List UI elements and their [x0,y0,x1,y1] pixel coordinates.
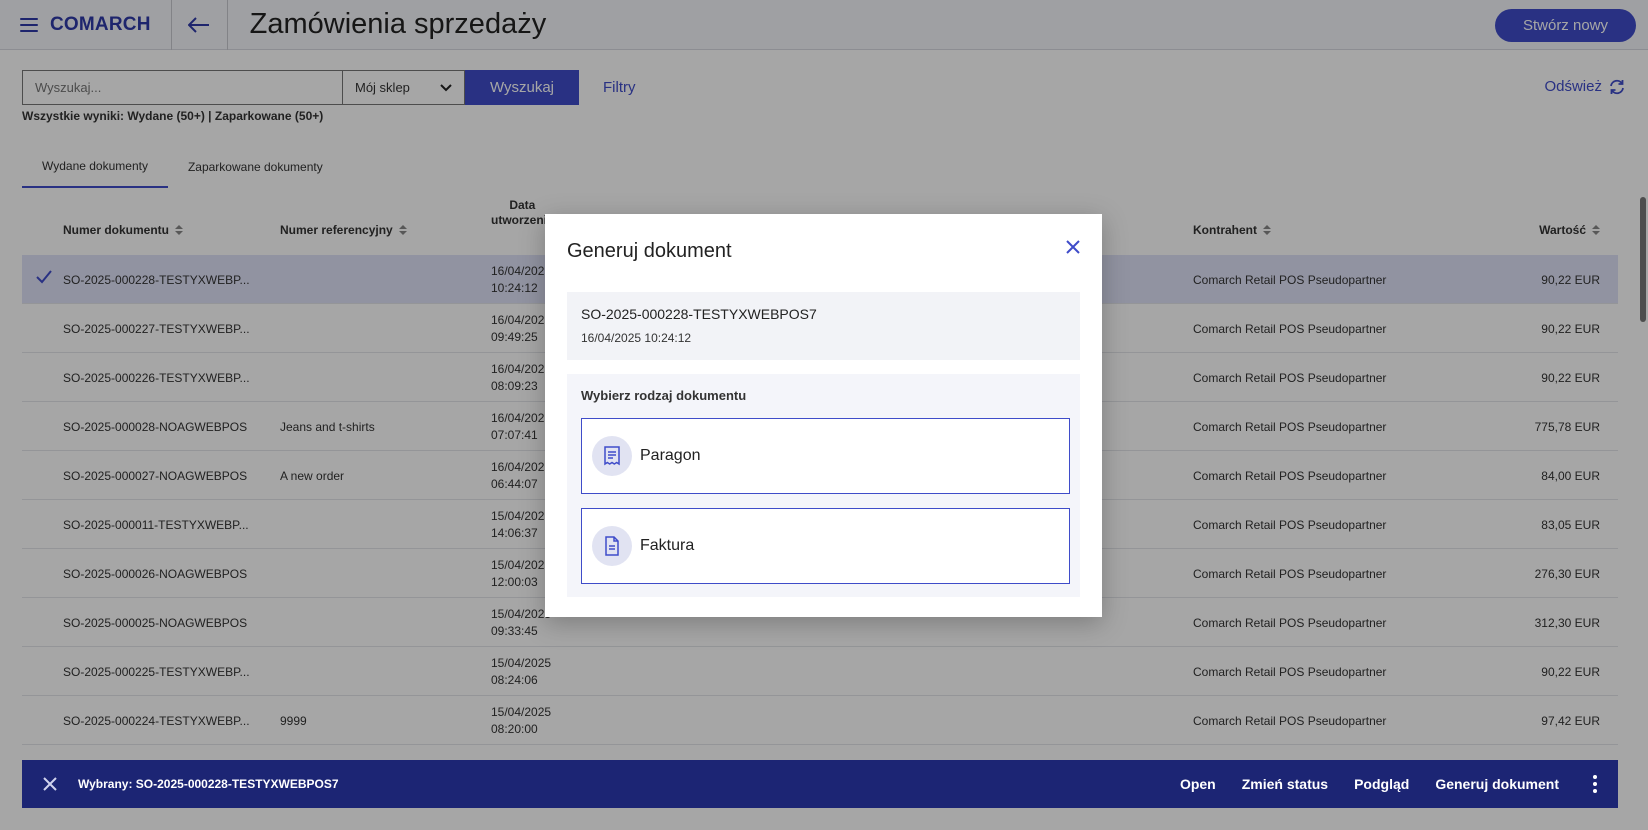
more-options-icon[interactable] [1572,775,1618,793]
selection-action-bar: Wybrany: SO-2025-000228-TESTYXWEBPOS7 Op… [22,760,1618,808]
preview-button[interactable]: Podgląd [1341,776,1422,792]
receipt-icon [592,436,632,476]
clear-selection-button[interactable] [22,777,78,791]
close-icon [43,777,57,791]
change-status-button[interactable]: Zmień status [1229,776,1341,792]
document-type-section: Wybierz rodzaj dokumentu Paragon Faktura [567,374,1080,597]
close-icon [1066,240,1080,254]
document-info: SO-2025-000228-TESTYXWEBPOS7 16/04/2025 … [567,292,1080,360]
selected-document-label: Wybrany: SO-2025-000228-TESTYXWEBPOS7 [78,777,339,791]
open-button[interactable]: Open [1167,776,1229,792]
dialog-title: Generuj dokument [567,240,732,262]
option-receipt[interactable]: Paragon [581,418,1070,494]
action-list: Open Zmień status Podgląd Generuj dokume… [1167,760,1618,808]
option-invoice-label: Faktura [640,537,695,554]
option-invoice[interactable]: Faktura [581,508,1070,584]
option-receipt-label: Paragon [640,447,701,464]
document-type-label: Wybierz rodzaj dokumentu [581,388,747,403]
document-number: SO-2025-000228-TESTYXWEBPOS7 [581,306,817,322]
generate-document-dialog: Generuj dokument SO-2025-000228-TESTYXWE… [545,214,1102,617]
dialog-close-button[interactable] [1066,240,1080,259]
generate-document-button[interactable]: Generuj dokument [1422,776,1572,792]
document-date: 16/04/2025 10:24:12 [581,331,692,345]
invoice-icon [592,526,632,566]
